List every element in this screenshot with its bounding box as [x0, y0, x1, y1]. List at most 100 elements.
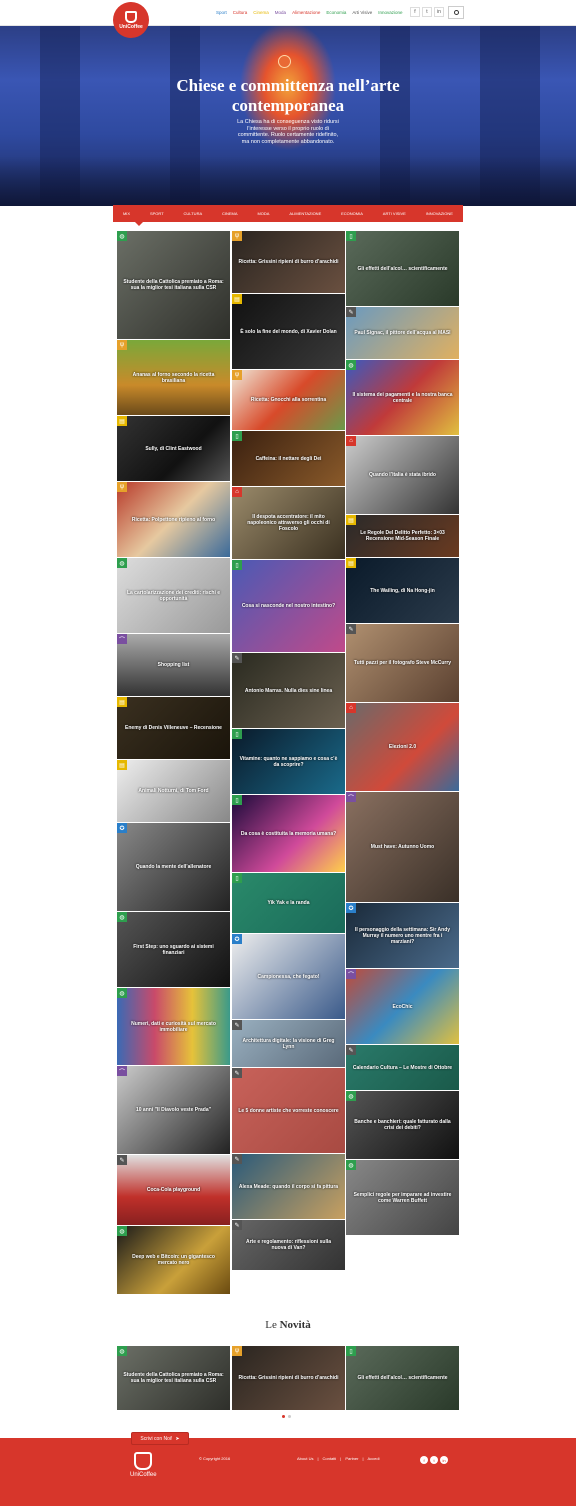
film-icon: ▤ — [117, 416, 127, 426]
article-tile[interactable]: ◍ Numeri, dati e curiosità sul mercato im… — [117, 988, 230, 1065]
article-caption: Gli effetti dell’alcol… scientificamente — [357, 1375, 448, 1381]
category-tab[interactable]: CULTURA — [184, 211, 203, 216]
article-tile[interactable]: ✎ Calendario Cultura – Le Mostre di Ottob… — [346, 1045, 459, 1090]
article-tile[interactable]: ◍ Banche e banchieri: quale fatturato dal… — [346, 1091, 459, 1159]
article-caption: Deep web e Bitcoin: un gigantesco mercat… — [132, 1254, 215, 1266]
article-tile[interactable]: ✎ Alexa Meade: quando il corpo si fa pitt… — [232, 1154, 345, 1219]
article-tile[interactable]: ◍ La cartolarizzazione dei crediti: risch… — [117, 558, 230, 633]
article-tile[interactable]: ▤ Enemy di Denis Villeneuve – Recensione — [117, 697, 230, 759]
category-tab[interactable]: ECONOMIA — [341, 211, 363, 216]
article-tile[interactable]: ◍ Il sistema dei pagamenti e la nostra ba… — [346, 360, 459, 435]
category-tab[interactable]: CINEMA — [222, 211, 238, 216]
search-icon — [453, 10, 459, 15]
social-in-icon[interactable]: in — [434, 7, 444, 17]
footer-logo[interactable]: UniCoffee — [130, 1452, 157, 1478]
footer-social-t-icon[interactable]: t — [430, 1456, 438, 1464]
topnav-item[interactable]: Sport — [216, 10, 227, 15]
hero-text: La Chiesa ha di conseguenza visto ridurs… — [237, 119, 339, 145]
brush-icon: ✎ — [346, 624, 356, 634]
social-f-icon[interactable]: f — [410, 7, 420, 17]
link-separator: | — [362, 1456, 364, 1461]
article-tile[interactable]: ◍ Semplici regole per imparare ad investi… — [346, 1160, 459, 1235]
topnav-item[interactable]: Innovazione — [378, 10, 402, 15]
globe-icon: ◍ — [117, 1346, 127, 1356]
article-tile[interactable]: ✪ Quando la mente dell’allenatore — [117, 823, 230, 911]
article-tile[interactable]: ▯ Gli effetti dell’alcol… scientificament… — [346, 231, 459, 306]
topnav-item[interactable]: Arti Visive — [352, 10, 372, 15]
globe-icon: ◍ — [117, 1226, 127, 1236]
footer — [0, 1438, 576, 1506]
article-tile[interactable]: ▤ Sully, di Clint Eastwood — [117, 416, 230, 481]
article-tile[interactable]: ✎ Coca-Cola playground — [117, 1155, 230, 1225]
article-tile[interactable]: ψ Ricetta: Gnocchi alla sorrentina — [232, 370, 345, 430]
article-tile[interactable]: ▤ È solo la fine del mondo, di Xavier Dol… — [232, 294, 345, 369]
article-tile[interactable]: ψ Ricetta: Polpettone ripieno al forno — [117, 482, 230, 557]
category-tab[interactable]: MIX — [123, 211, 130, 216]
topnav-item[interactable]: Cultura — [233, 10, 248, 15]
article-tile[interactable]: ⌒ EcoChic — [346, 969, 459, 1044]
topnav-item[interactable]: Moda — [275, 10, 286, 15]
brush-icon: ✎ — [232, 1068, 242, 1078]
article-tile[interactable]: ▤ The Wailing, di Na Hong-jin — [346, 558, 459, 623]
article-tile[interactable]: ◍ First Step: uno sguardo ai sistemi fina… — [117, 912, 230, 987]
article-tile[interactable]: ψ Ananas al forno secondo la ricetta bras… — [117, 340, 230, 415]
article-tile[interactable]: ✪ Campionessa, che fegato! — [232, 934, 345, 1019]
social-t-icon[interactable]: t — [422, 7, 432, 17]
hero-banner[interactable]: Chiese e committenza nell’arte contempor… — [0, 26, 576, 206]
search-button[interactable] — [448, 6, 464, 19]
topnav-item[interactable]: Cinema — [253, 10, 269, 15]
logo[interactable]: UniCoffee — [113, 2, 149, 38]
article-caption: È solo la fine del mondo, di Xavier Dola… — [240, 328, 337, 335]
link-separator: | — [340, 1456, 342, 1461]
article-caption: Tutti pazzi per il fotografo Steve McCur… — [353, 660, 452, 666]
article-tile[interactable]: ψ Ricetta: Grissini ripieni di burro d’ar… — [232, 231, 345, 293]
category-tab[interactable]: ARTI VISIVE — [383, 211, 406, 216]
article-tile[interactable]: ⌂ Il despota accentratore: il mito napole… — [232, 487, 345, 559]
article-tile[interactable]: ▯ Gli effetti dell’alcol… scientificament… — [346, 1346, 459, 1410]
category-tab[interactable]: INNOVAZIONE — [426, 211, 453, 216]
article-tile[interactable]: ◍ Studente della Cattolica premiato a Rom… — [117, 1346, 230, 1410]
topnav-item[interactable]: Economia — [326, 10, 346, 15]
globe-icon: ◍ — [117, 912, 127, 922]
hero-title[interactable]: Chiese e committenza nell’arte contempor… — [140, 76, 436, 116]
article-tile[interactable]: ✪ Il personaggio della settimana: Sir And… — [346, 903, 459, 968]
top-nav: Sport Cultura Cinema Moda Alimentazione Econo… — [216, 10, 403, 15]
article-caption: EcoChic — [392, 1003, 413, 1010]
article-tile[interactable]: ⌂ Elezioni 2.0 — [346, 703, 459, 791]
footer-link[interactable]: Partner — [345, 1456, 358, 1461]
article-tile[interactable]: ψ Ricetta: Grissini ripieni di burro d’ar… — [232, 1346, 345, 1410]
footer-link[interactable]: Contatti — [323, 1456, 337, 1461]
article-tile[interactable]: ▯ Cosa si nasconde nel nostro intestino? — [232, 560, 345, 652]
category-tab[interactable]: MODA — [257, 211, 269, 216]
article-tile[interactable]: ✎ Antonio Marras. Nulla dies sine linea — [232, 653, 345, 728]
article-tile[interactable]: ▤ Le Regole Del Delitto Perfetto: 3×03 Re… — [346, 515, 459, 557]
article-tile[interactable]: ▯ Vitamine: quanto ne sappiamo e cosa c’è… — [232, 729, 345, 794]
write-with-us-button[interactable]: Scrivi con Noi! ➤ — [131, 1432, 189, 1445]
article-tile[interactable]: ◍ Studente della Cattolica premiato a Rom… — [117, 231, 230, 339]
carousel-dot[interactable] — [282, 1415, 285, 1418]
article-tile[interactable]: ⌒ Must have: Autunno Uomo — [346, 792, 459, 902]
article-tile[interactable]: ✎ Architettura digitale: la visione di Gr… — [232, 1020, 345, 1067]
footer-link[interactable]: Accedi — [368, 1456, 380, 1461]
footer-link[interactable]: About Us — [297, 1456, 313, 1461]
article-tile[interactable]: ▯ Yik Yak e la randa — [232, 873, 345, 933]
article-tile[interactable]: ▯ Caffeina: il nettare degli Dei — [232, 431, 345, 486]
film-icon: ▤ — [232, 294, 242, 304]
footer-social-f-icon[interactable]: f — [420, 1456, 428, 1464]
article-tile[interactable]: ▯ Da cosa è costituita la memoria umana? — [232, 795, 345, 872]
article-tile[interactable]: ▤ Animali Notturni, di Tom Ford — [117, 760, 230, 822]
article-tile[interactable]: ⌒ 10 anni "Il Diavolo veste Prada" — [117, 1066, 230, 1154]
article-tile[interactable]: ✎ Tutti pazzi per il fotografo Steve McCu… — [346, 624, 459, 702]
fork-icon: ψ — [117, 340, 127, 350]
topnav-item[interactable]: Alimentazione — [292, 10, 320, 15]
article-tile[interactable]: ◍ Deep web e Bitcoin: un gigantesco merca… — [117, 1226, 230, 1294]
carousel-dot[interactable] — [288, 1415, 291, 1418]
category-tab[interactable]: SPORT — [150, 211, 164, 216]
footer-social-in-icon[interactable]: in — [440, 1456, 448, 1464]
category-tab[interactable]: ALIMENTAZIONE — [289, 211, 321, 216]
article-tile[interactable]: ✎ Arte e regolamento: riflessioni sulla n… — [232, 1220, 345, 1270]
article-tile[interactable]: ✎ Paul Signac, il pittore dell’acqua al M… — [346, 307, 459, 359]
article-tile[interactable]: ⌒ Shopping list — [117, 634, 230, 696]
article-tile[interactable]: ✎ Le 5 donne artiste che vorreste conosce… — [232, 1068, 345, 1153]
article-tile[interactable]: ⌂ Quando l’Italia è stata ibrido — [346, 436, 459, 514]
